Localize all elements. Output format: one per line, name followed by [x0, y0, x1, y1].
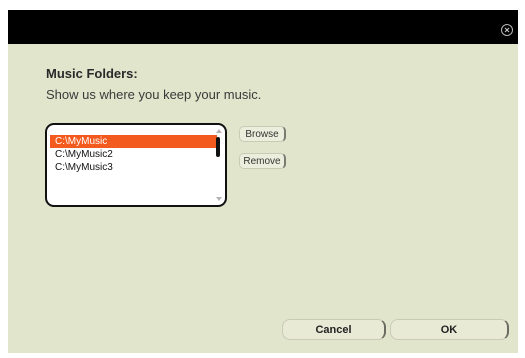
folder-list-item[interactable]: C:\MyMusic2	[50, 148, 217, 161]
scroll-thumb[interactable]	[216, 137, 220, 157]
scroll-up-arrow-icon[interactable]	[216, 129, 222, 133]
list-scrollbar[interactable]	[215, 128, 223, 202]
browse-button[interactable]: Browse	[239, 126, 286, 142]
scroll-down-arrow-icon[interactable]	[216, 197, 222, 201]
section-description: Show us where you keep your music.	[46, 87, 262, 102]
music-folder-list[interactable]: C:\MyMusic C:\MyMusic2 C:\MyMusic3	[45, 123, 227, 207]
folder-list-item[interactable]: C:\MyMusic3	[50, 161, 217, 174]
close-icon	[504, 27, 510, 33]
folder-list-item[interactable]: C:\MyMusic	[50, 135, 217, 148]
cancel-button[interactable]: Cancel	[282, 319, 386, 340]
ok-button[interactable]: OK	[390, 319, 509, 340]
close-button[interactable]	[501, 24, 513, 36]
title-bar	[8, 10, 518, 44]
folder-list-items: C:\MyMusic C:\MyMusic2 C:\MyMusic3	[50, 135, 217, 174]
section-heading: Music Folders:	[46, 66, 138, 81]
remove-button[interactable]: Remove	[239, 153, 286, 169]
music-folders-dialog: Music Folders: Show us where you keep yo…	[8, 10, 518, 353]
